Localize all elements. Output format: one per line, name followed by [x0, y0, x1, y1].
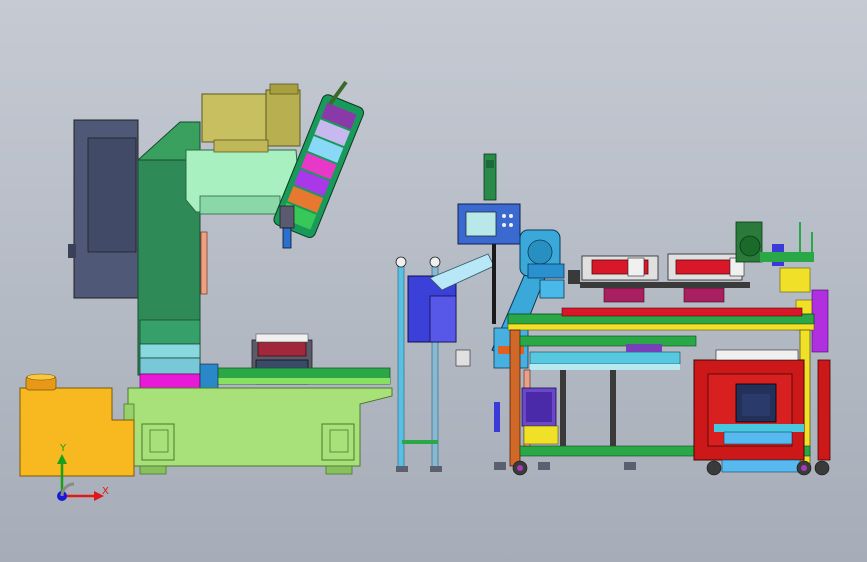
- control-panel-icon[interactable]: [457, 153, 521, 324]
- x-axis-label: X: [102, 486, 109, 497]
- y-axis-label: Y: [60, 443, 67, 454]
- robot-arm-icon[interactable]: [491, 229, 565, 369]
- cad-scene[interactable]: [0, 0, 867, 562]
- cnc-machine-icon[interactable]: [19, 80, 393, 477]
- cad-viewport[interactable]: X Y: [0, 0, 867, 562]
- light-post-icon[interactable]: [395, 253, 495, 472]
